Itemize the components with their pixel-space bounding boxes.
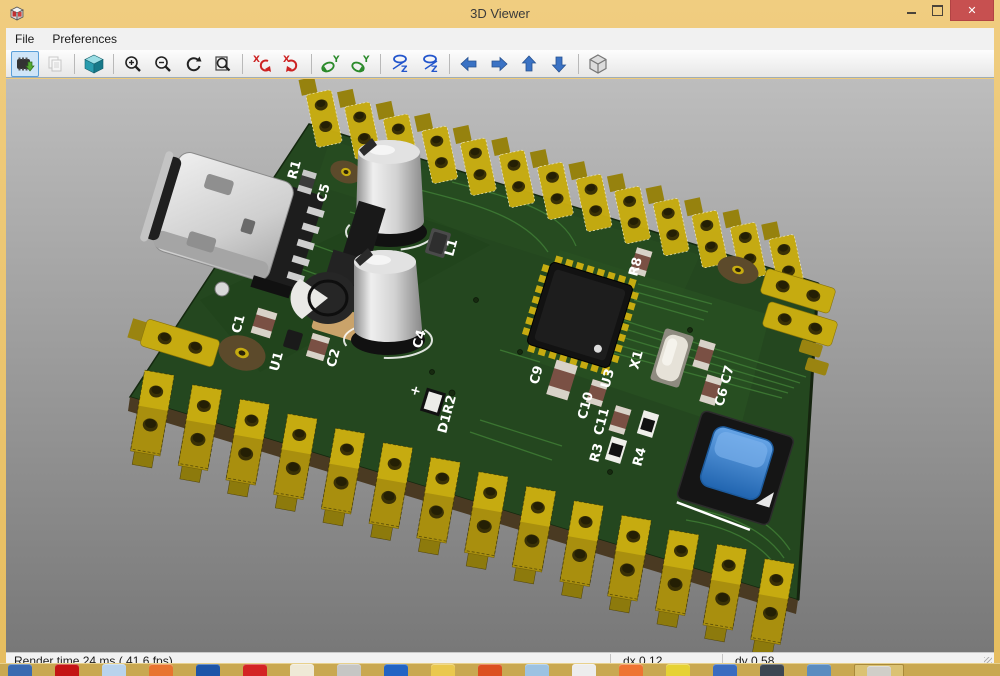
app-orange-icon[interactable] — [149, 664, 173, 676]
redraw-icon — [183, 54, 203, 74]
os-taskbar — [0, 663, 1000, 676]
rotate-z-neg-button[interactable]: Z — [386, 51, 414, 77]
ortho-cube-icon — [587, 53, 609, 75]
menu-file[interactable]: File — [6, 29, 43, 49]
rotate-z-neg-icon: Z — [389, 53, 411, 75]
3d-viewer-window: 3D Viewer ✕ File Preferences — [0, 0, 1000, 666]
toolbar: X X Y Y — [6, 50, 994, 78]
rotate-y-pos-icon: Y — [350, 53, 372, 75]
3d-viewport[interactable]: R1C5C1U1C2C4L1+D1R2C9C10C11R3R4U3X1C6 C7… — [6, 79, 994, 652]
window-title: 3D Viewer — [0, 6, 1000, 21]
maximize-button[interactable] — [924, 0, 950, 20]
move-right-button[interactable] — [485, 51, 513, 77]
active-taskbar-button[interactable] — [854, 664, 904, 676]
app-blue-swirl-icon[interactable] — [196, 664, 220, 676]
close-button[interactable]: ✕ — [950, 0, 994, 21]
reload-board-icon — [15, 54, 35, 74]
arrow-right-icon — [489, 54, 509, 74]
app-folder-icon[interactable] — [431, 664, 455, 676]
app-document-icon[interactable] — [290, 664, 314, 676]
rotate-x-neg-icon: X — [251, 53, 273, 75]
minimize-button[interactable] — [898, 0, 924, 20]
close-icon: ✕ — [967, 4, 976, 17]
rotate-y-neg-icon: Y — [320, 53, 342, 75]
rotate-y-neg-button[interactable]: Y — [317, 51, 345, 77]
zoom-fit-button[interactable] — [209, 51, 237, 77]
app-yellow-dark-icon[interactable] — [666, 664, 690, 676]
zoom-out-icon — [153, 54, 173, 74]
move-up-button[interactable] — [515, 51, 543, 77]
app-notes-icon[interactable] — [525, 664, 549, 676]
app-light-window-icon[interactable] — [102, 664, 126, 676]
copy-icon — [45, 54, 65, 74]
app-firefox-icon[interactable] — [713, 664, 737, 676]
svg-text:Z: Z — [431, 65, 438, 75]
zoom-out-button[interactable] — [149, 51, 177, 77]
app-filezilla-icon[interactable] — [55, 664, 79, 676]
zoom-fit-icon — [213, 54, 233, 74]
app-pcb-gray-icon[interactable] — [337, 664, 361, 676]
reload-board-button[interactable] — [11, 51, 39, 77]
app-opera-icon[interactable] — [619, 664, 643, 676]
app-blue-globe-icon[interactable] — [384, 664, 408, 676]
rotate-y-pos-button[interactable]: Y — [347, 51, 375, 77]
zoom-in-icon — [123, 54, 143, 74]
view-3d-cube-button[interactable] — [80, 51, 108, 77]
menu-preferences[interactable]: Preferences — [43, 29, 126, 49]
arrow-down-icon — [549, 54, 569, 74]
app-red-icon[interactable] — [243, 664, 267, 676]
arrow-left-icon — [459, 54, 479, 74]
svg-text:Y: Y — [362, 55, 370, 65]
app-diamond-icon[interactable] — [572, 664, 596, 676]
rotate-z-pos-icon: Z — [419, 53, 441, 75]
rotate-x-pos-button[interactable]: X — [278, 51, 306, 77]
app-monitor-icon[interactable] — [760, 664, 784, 676]
rotate-x-pos-icon: X — [281, 53, 303, 75]
app-window-icon[interactable] — [807, 664, 831, 676]
svg-text:X: X — [253, 55, 260, 65]
menubar: File Preferences — [6, 28, 994, 50]
move-down-button[interactable] — [545, 51, 573, 77]
rotate-z-pos-button[interactable]: Z — [416, 51, 444, 77]
svg-text:Z: Z — [401, 65, 408, 75]
titlebar: 3D Viewer ✕ — [0, 0, 1000, 28]
ortho-view-button[interactable] — [584, 51, 612, 77]
move-left-button[interactable] — [455, 51, 483, 77]
zoom-in-button[interactable] — [119, 51, 147, 77]
redraw-button[interactable] — [179, 51, 207, 77]
cube-3d-icon — [83, 53, 105, 75]
app-blue-window-icon[interactable] — [8, 664, 32, 676]
app-red-orange-icon[interactable] — [478, 664, 502, 676]
3d-viewport-canvas[interactable]: R1C5C1U1C2C4L1+D1R2C9C10C11R3R4U3X1C6 C7… — [6, 79, 994, 652]
arrow-up-icon — [519, 54, 539, 74]
rotate-x-neg-button[interactable]: X — [248, 51, 276, 77]
copy-image-button[interactable] — [41, 51, 69, 77]
